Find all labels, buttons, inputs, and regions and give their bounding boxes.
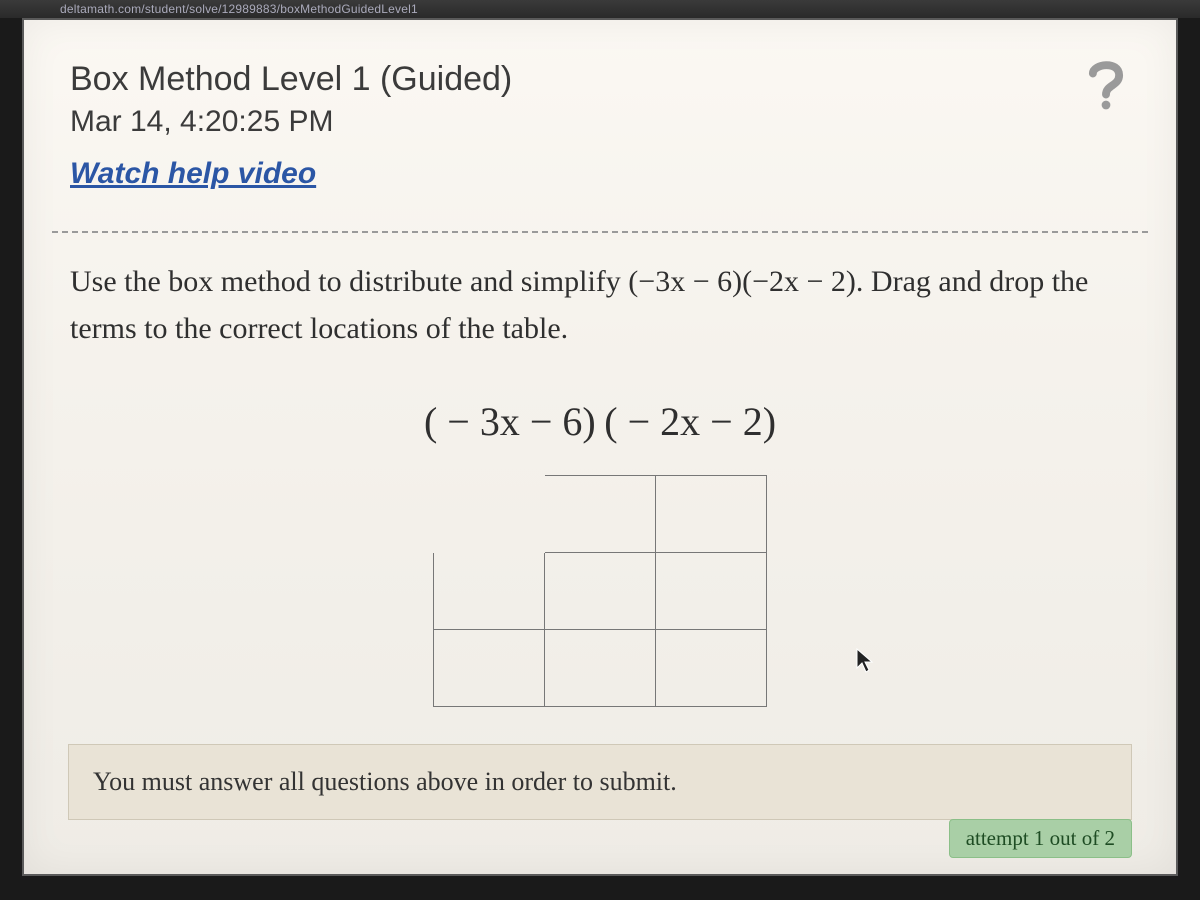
- submit-requirement-banner: You must answer all questions above in o…: [68, 744, 1132, 820]
- watch-help-video-link[interactable]: Watch help video: [70, 157, 316, 191]
- table-cell-col-header-2[interactable]: [656, 476, 767, 553]
- problem-instructions: Use the box method to distribute and sim…: [24, 233, 1176, 352]
- url-text: deltamath.com/student/solve/12989883/box…: [60, 2, 418, 16]
- timestamp: Mar 14, 4:20:25 PM: [70, 105, 512, 139]
- screen: deltamath.com/student/solve/12989883/box…: [0, 0, 1200, 900]
- question-mark-icon: [1078, 56, 1134, 112]
- browser-address-bar[interactable]: deltamath.com/student/solve/12989883/box…: [0, 0, 1200, 18]
- page-title: Box Method Level 1 (Guided): [70, 60, 512, 99]
- inline-expression: (−3x − 6)(−2x − 2): [628, 265, 856, 298]
- table-cell-header-empty: [434, 476, 545, 553]
- table-row: [434, 553, 767, 630]
- table-cell-drop-2-2[interactable]: [656, 630, 767, 707]
- factor-2[interactable]: ( − 2x − 2): [604, 399, 776, 444]
- footer-message: You must answer all questions above in o…: [93, 767, 677, 796]
- table-cell-row-header-2[interactable]: [434, 630, 545, 707]
- table-cell-row-header-1[interactable]: [434, 553, 545, 630]
- table-cell-drop-2-1[interactable]: [545, 630, 656, 707]
- table-cell-col-header-1[interactable]: [545, 476, 656, 553]
- mouse-cursor-icon: [856, 648, 876, 674]
- header: Box Method Level 1 (Guided) Mar 14, 4:20…: [24, 20, 1176, 213]
- help-button[interactable]: [1076, 54, 1136, 114]
- factor-1[interactable]: ( − 3x − 6): [424, 399, 596, 444]
- box-method-table[interactable]: [433, 475, 767, 707]
- table-cell-drop-1-1[interactable]: [545, 553, 656, 630]
- attempt-counter-badge: attempt 1 out of 2: [949, 819, 1132, 858]
- table-row: [434, 476, 767, 553]
- table-row: [434, 630, 767, 707]
- content-frame: Box Method Level 1 (Guided) Mar 14, 4:20…: [22, 18, 1178, 876]
- display-expression: ( − 3x − 6) ( − 2x − 2): [24, 398, 1176, 445]
- instructions-prefix: Use the box method to distribute and sim…: [70, 265, 628, 298]
- table-cell-drop-1-2[interactable]: [656, 553, 767, 630]
- attempt-text: attempt 1 out of 2: [966, 826, 1115, 850]
